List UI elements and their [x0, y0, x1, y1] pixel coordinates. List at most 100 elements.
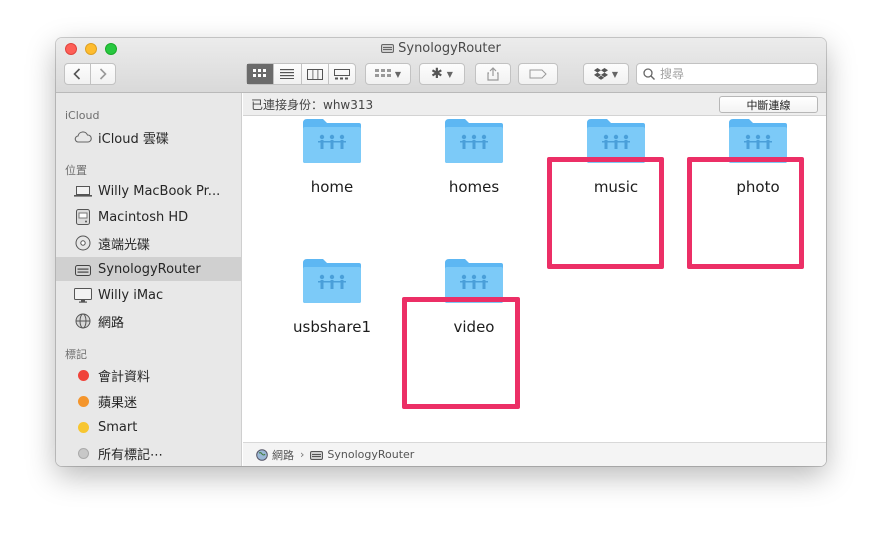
back-button[interactable]	[65, 64, 90, 84]
sidebar: iCloud iCloud 雲碟 位置 Willy MacBook Pr... …	[56, 93, 242, 466]
connection-bar: 已連接身份：whw313 中斷連線	[243, 93, 826, 116]
sidebar-item-label: Smart	[98, 419, 138, 435]
sidebar-item-remote-disc[interactable]: 遠端光碟	[56, 231, 242, 255]
tag-button[interactable]	[518, 63, 558, 85]
shared-folder-icon	[303, 119, 361, 163]
globe-icon	[255, 448, 268, 461]
sidebar-item-icloud-drive[interactable]: iCloud 雲碟	[56, 125, 242, 149]
sidebar-item-label: Willy MacBook Pr...	[98, 183, 221, 199]
path-item-network[interactable]: 網路	[272, 447, 294, 463]
folder-label: homes	[448, 178, 500, 196]
folder-music[interactable]: music	[566, 115, 666, 215]
share-button[interactable]	[475, 63, 511, 85]
chevron-right-icon	[99, 68, 107, 80]
window-title-text: SynologyRouter	[398, 41, 501, 56]
chevron-down-icon: ▼	[446, 69, 453, 79]
disc-icon	[74, 235, 92, 251]
server-icon	[310, 449, 324, 461]
folder-usbshare1[interactable]: usbshare1	[282, 255, 382, 355]
folder-label: photo	[736, 178, 780, 196]
list-icon	[280, 69, 295, 79]
tag-yellow-icon	[74, 419, 92, 435]
folder-photo[interactable]: photo	[708, 115, 808, 215]
search-input[interactable]	[660, 67, 810, 81]
view-mode-group	[246, 63, 356, 85]
sidebar-item-tag-accounting[interactable]: 會計資料	[56, 363, 242, 387]
chevron-left-icon	[73, 68, 81, 80]
sidebar-item-macintosh-hd[interactable]: Macintosh HD	[56, 205, 242, 229]
arrange-icon	[374, 69, 391, 77]
tag-all-icon	[74, 445, 92, 461]
path-item-synologyrouter[interactable]: SynologyRouter	[327, 448, 414, 461]
folder-video[interactable]: video	[424, 255, 524, 355]
sidebar-item-label: Macintosh HD	[98, 209, 189, 225]
shared-folder-icon	[729, 119, 787, 163]
tag-orange-icon	[74, 393, 92, 409]
sidebar-item-network[interactable]: 網路	[56, 309, 242, 333]
tag-icon	[529, 69, 547, 79]
sidebar-item-label: Willy iMac	[98, 287, 164, 303]
chevron-down-icon: ▼	[394, 69, 402, 79]
sidebar-heading-locations: 位置	[65, 164, 87, 177]
dropbox-button[interactable]: ▼	[583, 63, 629, 85]
search-icon	[643, 68, 655, 80]
icon-view-button[interactable]	[247, 64, 274, 84]
title-toolbar: SynologyRouter ▼ ✱ ▼ ▼ 搜尋	[56, 38, 826, 93]
gallery-icon	[333, 68, 350, 79]
sidebar-item-label: 所有標記⋯	[98, 447, 164, 463]
arrange-button[interactable]: ▼	[365, 63, 411, 85]
folder-label: music	[593, 178, 639, 196]
tag-red-icon	[74, 367, 92, 383]
grid-icon	[253, 69, 267, 77]
share-icon	[487, 67, 499, 81]
column-view-button[interactable]	[300, 64, 328, 84]
search-field[interactable]	[636, 63, 818, 85]
sidebar-item-tag-smart[interactable]: Smart	[56, 415, 242, 439]
shared-folder-icon	[303, 259, 361, 303]
sidebar-heading-tags: 標記	[65, 348, 87, 361]
nav-buttons	[64, 63, 116, 85]
monitor-icon	[74, 287, 92, 303]
window-title: SynologyRouter	[56, 41, 826, 56]
list-view-button[interactable]	[273, 64, 300, 84]
sidebar-item-tag-apple-fans[interactable]: 蘋果迷	[56, 389, 242, 413]
columns-icon	[306, 68, 323, 80]
disconnect-button[interactable]: 中斷連線	[719, 96, 818, 113]
sidebar-item-label: iCloud 雲碟	[98, 131, 169, 147]
action-button[interactable]: ✱ ▼	[419, 63, 465, 85]
harddisk-icon	[74, 209, 92, 225]
path-bar: 網路 › SynologyRouter	[243, 442, 826, 466]
gear-icon: ✱	[431, 66, 443, 82]
folder-label: home	[310, 178, 354, 196]
folder-homes[interactable]: homes	[424, 115, 524, 215]
sidebar-item-all-tags[interactable]: 所有標記⋯	[56, 441, 242, 465]
globe-icon	[74, 313, 92, 329]
connected-as-text: 已連接身份：whw313	[251, 97, 374, 112]
finder-window: SynologyRouter ▼ ✱ ▼ ▼ 搜尋 iCloud iCloud …	[56, 38, 826, 466]
folder-label: usbshare1	[293, 318, 371, 336]
chevron-down-icon: ▼	[611, 69, 619, 79]
sidebar-item-label: 網路	[98, 315, 125, 331]
sidebar-item-label: 遠端光碟	[98, 237, 151, 253]
file-browser: 已連接身份：whw313 中斷連線 home homes music photo…	[243, 93, 826, 466]
server-icon	[381, 42, 395, 53]
shared-folder-icon	[445, 119, 503, 163]
server-icon	[74, 261, 92, 277]
cloud-icon	[74, 129, 92, 145]
sidebar-item-label: 蘋果迷	[98, 395, 138, 411]
folder-label: video	[453, 318, 495, 336]
laptop-icon	[74, 183, 92, 199]
shared-folder-icon	[445, 259, 503, 303]
sidebar-item-label: 會計資料	[98, 369, 151, 385]
gallery-view-button[interactable]	[327, 64, 355, 84]
sidebar-item-label: SynologyRouter	[98, 261, 201, 277]
sidebar-heading-icloud: iCloud	[65, 109, 100, 122]
sidebar-item-synologyrouter[interactable]: SynologyRouter	[56, 257, 242, 281]
forward-button[interactable]	[89, 64, 116, 84]
sidebar-item-imac[interactable]: Willy iMac	[56, 283, 242, 307]
chevron-right-icon: ›	[300, 448, 305, 461]
dropbox-icon	[593, 68, 608, 80]
shared-folder-icon	[587, 119, 645, 163]
folder-home[interactable]: home	[282, 115, 382, 215]
sidebar-item-macbook[interactable]: Willy MacBook Pr...	[56, 179, 242, 203]
